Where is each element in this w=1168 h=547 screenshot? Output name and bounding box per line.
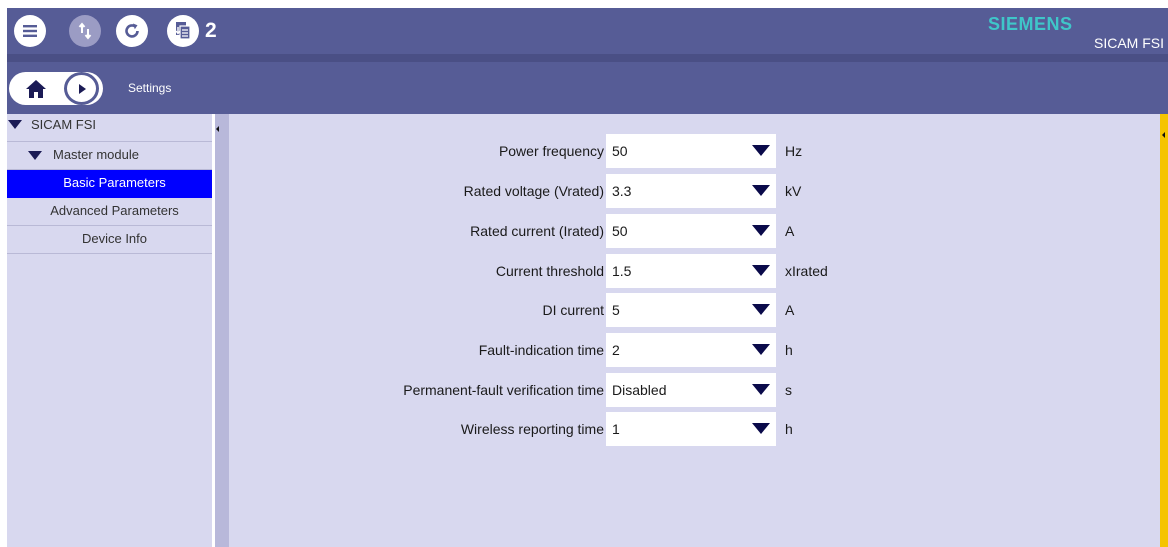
header-bar: 2 SIEMENS SICAM FSI [7, 8, 1168, 62]
param-row-permanent-fault-verification-time: Permanent-fault verification time Disabl… [229, 373, 1129, 407]
sidebar: SICAM FSI Master module Basic Parameters… [7, 114, 221, 547]
param-unit: h [785, 342, 793, 358]
caret-down-icon [752, 145, 770, 156]
tree-node-module[interactable]: Master module [7, 142, 212, 170]
wireless-reporting-time-select[interactable]: 1 [606, 412, 776, 446]
home-pill [9, 72, 103, 105]
transfer-button[interactable] [69, 15, 101, 47]
param-label: DI current [542, 302, 604, 318]
tree-node-root[interactable]: SICAM FSI [7, 114, 212, 142]
select-value: 2 [612, 342, 620, 358]
chevron-down-icon [28, 151, 42, 160]
sidebar-item-advanced-parameters[interactable]: Advanced Parameters [7, 198, 212, 226]
sidebar-splitter[interactable] [212, 114, 229, 547]
param-row-power-frequency: Power frequency 50 Hz [229, 134, 1129, 168]
chevron-down-icon [8, 120, 22, 129]
refresh-icon [125, 23, 139, 38]
current-threshold-select[interactable]: 1.5 [606, 254, 776, 288]
param-row-di-current: DI current 5 A [229, 293, 1129, 327]
param-unit: s [785, 382, 792, 398]
forward-button[interactable] [64, 72, 99, 105]
header-divider [7, 54, 1168, 62]
product-name: SICAM FSI [1093, 35, 1164, 51]
pending-count: 2 [205, 19, 217, 42]
param-unit: h [785, 421, 793, 437]
rated-current-select[interactable]: 50 [606, 214, 776, 248]
home-button[interactable] [25, 79, 47, 104]
document-download-icon [175, 22, 191, 40]
select-value: 50 [612, 143, 628, 159]
menu-button[interactable] [14, 15, 46, 47]
settings-panel: Power frequency 50 Hz Rated voltage (Vra… [229, 114, 1167, 547]
app-window: 2 SIEMENS SICAM FSI Settings SICAM FSI M… [7, 8, 1168, 547]
select-value: 1.5 [612, 263, 632, 279]
sidebar-item-basic-parameters[interactable]: Basic Parameters [7, 170, 212, 198]
sidebar-item-label: Device Info [81, 231, 148, 246]
param-row-current-threshold: Current threshold 1.5 xIrated [229, 254, 1129, 288]
param-label: Wireless reporting time [460, 421, 604, 437]
param-label: Power frequency [498, 143, 604, 159]
param-unit: kV [785, 183, 802, 199]
siemens-logo: SIEMENS [988, 14, 1073, 34]
param-unit: xIrated [785, 263, 828, 279]
param-row-wireless-reporting-time: Wireless reporting time 1 h [229, 412, 1129, 446]
refresh-button[interactable] [116, 15, 148, 47]
select-value: Disabled [612, 382, 667, 398]
param-row-rated-voltage: Rated voltage (Vrated) 3.3 kV [229, 174, 1129, 208]
select-value: 3.3 [612, 183, 632, 199]
pending-downloads-button[interactable] [167, 15, 199, 47]
param-row-rated-current: Rated current (Irated) 50 A [229, 214, 1129, 248]
permanent-fault-verification-time-select[interactable]: Disabled [606, 373, 776, 407]
breadcrumb-current: Settings [128, 81, 172, 95]
caret-down-icon [752, 185, 770, 196]
tree-node-label: SICAM FSI [31, 117, 97, 132]
param-unit: A [785, 302, 795, 318]
breadcrumb: Settings [7, 62, 1168, 114]
di-current-select[interactable]: 5 [606, 293, 776, 327]
tree-node-label: Master module [53, 147, 139, 162]
caret-down-icon [752, 344, 770, 355]
param-unit: Hz [785, 143, 803, 159]
param-unit: A [785, 223, 795, 239]
home-icon [26, 80, 46, 98]
collapse-left-icon [1162, 132, 1165, 138]
power-frequency-select[interactable]: 50 [606, 134, 776, 168]
select-value: 1 [612, 421, 620, 437]
caret-down-icon [752, 384, 770, 395]
sidebar-item-device-info[interactable]: Device Info [7, 226, 212, 254]
sidebar-item-label: Advanced Parameters [50, 203, 179, 218]
rated-voltage-select[interactable]: 3.3 [606, 174, 776, 208]
param-label: Permanent-fault verification time [403, 382, 604, 398]
caret-down-icon [752, 265, 770, 276]
collapse-left-icon [216, 126, 219, 132]
right-panel-toggle[interactable] [1160, 114, 1168, 547]
select-value: 5 [612, 302, 620, 318]
select-value: 50 [612, 223, 628, 239]
play-forward-icon [78, 83, 86, 94]
caret-down-icon [752, 225, 770, 236]
upload-download-icon [78, 22, 92, 40]
param-label: Rated current (Irated) [470, 223, 604, 239]
fault-indication-time-select[interactable]: 2 [606, 333, 776, 367]
param-label: Rated voltage (Vrated) [463, 183, 604, 199]
caret-down-icon [752, 423, 770, 434]
param-row-fault-indication-time: Fault-indication time 2 h [229, 333, 1129, 367]
sidebar-item-label: Basic Parameters [63, 175, 166, 190]
param-label: Current threshold [495, 263, 604, 279]
param-label: Fault-indication time [478, 342, 604, 358]
caret-down-icon [752, 304, 770, 315]
hamburger-menu-icon [23, 25, 37, 37]
